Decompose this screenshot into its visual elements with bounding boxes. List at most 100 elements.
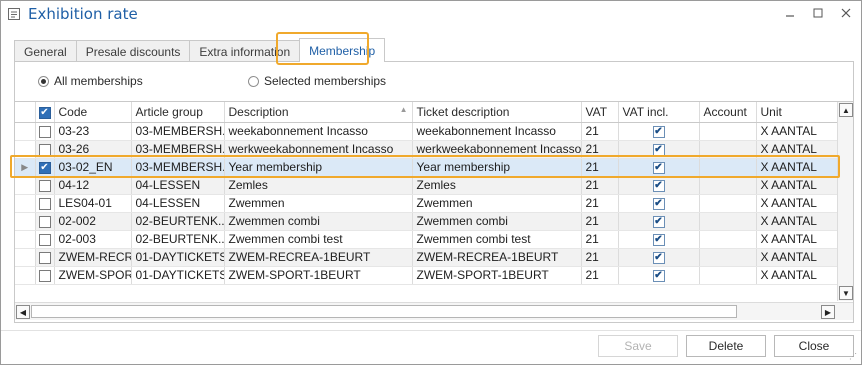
row-checkbox[interactable] [35,266,55,285]
cell-vat-incl[interactable]: ✔ [618,212,700,231]
table-row[interactable]: 02-002 02-BEURTENK... Zwemmen combi Zwemmen… [15,212,838,231]
grid-body: 03-23 03-MEMBERSH... weekabonnement Incass… [15,122,838,285]
cell-article-group: 02-BEURTENK... [131,212,225,231]
table-row[interactable]: LES04-01 04-LESSEN Zwemmen Zwemmen 21 ✔ X AANT… [15,194,838,213]
cell-account [699,157,757,177]
row-checkbox[interactable] [35,248,55,267]
cell-unit: X AANTAL [756,212,838,231]
scroll-right-icon[interactable]: ▶ [821,305,835,319]
tab-membership-label: Membership [309,43,376,58]
close-window-button[interactable] [837,4,855,22]
row-checkbox[interactable] [35,122,55,141]
checkmark-icon: ✔ [652,143,665,156]
maximize-button[interactable] [809,4,827,22]
column-header-article-group[interactable]: Article group [131,102,225,123]
row-checkbox[interactable]: ✔ [35,157,55,177]
cell-vat-incl[interactable]: ✔ [618,122,700,141]
checkmark-icon: ✔ [38,106,51,119]
tab-extra-information-label: Extra information [199,44,291,59]
cell-article-group: 04-LESSEN [131,194,225,213]
table-row[interactable]: 04-12 04-LESSEN Zemles Zemles 21 ✔ X AANTAL [15,176,838,195]
row-checkbox[interactable] [35,140,55,159]
all-memberships-label: All memberships [54,74,143,88]
all-memberships-radio[interactable]: All memberships [38,74,143,88]
cell-vat-incl[interactable]: ✔ [618,157,700,177]
scroll-up-icon[interactable]: ▲ [839,103,853,117]
cell-vat-incl[interactable]: ✔ [618,176,700,195]
resize-grip-icon[interactable]: ⋰ [849,352,859,362]
row-indicator [15,212,36,231]
cell-unit: X AANTAL [756,122,838,141]
column-header-account[interactable]: Account [699,102,757,123]
table-row[interactable]: ZWEM-SPOR...01-DAYTICKETSZWEM-SPORT-1BEU… [15,266,838,285]
cell-vat-incl[interactable]: ✔ [618,230,700,249]
column-header-ticket-description[interactable]: Ticket description [412,102,582,123]
cell-code: 02-003 [54,230,132,249]
cell-code: ZWEM-SPOR... [54,266,132,285]
column-header-vat[interactable]: VAT [581,102,619,123]
cell-description: ZWEM-RECREA-1BEURT [224,248,413,267]
column-header-vat-incl[interactable]: VAT incl. [618,102,700,123]
row-indicator: ▶ [15,157,36,177]
column-header-unit[interactable]: Unit [756,102,838,123]
cell-account [699,140,757,159]
cell-vat-incl[interactable]: ✔ [618,194,700,213]
cell-article-group: 03-MEMBERSH... [131,157,225,177]
row-checkbox[interactable] [35,230,55,249]
cell-ticket-description: werkweekabonnement Incasso [412,140,582,159]
cell-vat-incl[interactable]: ✔ [618,248,700,267]
close-button[interactable]: Close [774,335,854,357]
horizontal-scrollbar[interactable]: ◀ ▶ [15,302,853,320]
cell-vat-incl[interactable]: ✔ [618,266,700,285]
save-button[interactable]: Save [598,335,678,357]
cell-account [699,266,757,285]
cell-unit: X AANTAL [756,230,838,249]
table-row[interactable]: 02-003 02-BEURTENK... Zwemmen combi test Zw… [15,230,838,249]
tab-membership[interactable]: Membership [299,38,386,62]
tab-general[interactable]: General [14,40,77,62]
cell-description: Zwemmen combi test [224,230,413,249]
cell-unit: X AANTAL [756,157,838,177]
membership-panel: All memberships Selected memberships ✔ C… [14,61,854,323]
row-checkbox[interactable] [35,176,55,195]
vertical-scrollbar[interactable]: ▲ ▼ [837,102,853,301]
membership-filter: All memberships Selected memberships [38,68,838,94]
exhibition-rate-window: Exhibition rate General Presale discount… [0,0,862,365]
delete-button[interactable]: Delete [686,335,766,357]
table-row[interactable]: ▶ ✔ 03-02_EN 03-MEMBERSH... Year membership Y… [15,157,838,177]
table-row[interactable]: 03-23 03-MEMBERSH... weekabonnement Incass… [15,122,838,141]
row-checkbox[interactable] [35,212,55,231]
row-indicator [15,176,36,195]
cell-article-group: 01-DAYTICKETS [131,266,225,285]
minimize-button[interactable] [781,4,799,22]
cell-description: weekabonnement Incasso [224,122,413,141]
checkmark-icon: ✔ [652,269,665,282]
column-header-code[interactable]: Code [54,102,132,123]
cell-vat: 21 [581,266,619,285]
tab-extra-information[interactable]: Extra information [189,40,301,62]
cell-article-group: 02-BEURTENK... [131,230,225,249]
select-all-checkbox[interactable]: ✔ [35,102,55,123]
cell-vat-incl[interactable]: ✔ [618,140,700,159]
scroll-down-icon[interactable]: ▼ [839,286,853,300]
selected-memberships-radio[interactable]: Selected memberships [248,74,386,88]
horizontal-scroll-thumb[interactable] [31,305,737,318]
cell-code: 03-23 [54,122,132,141]
cell-account [699,248,757,267]
empty-checkbox-icon [38,251,51,264]
table-row[interactable]: 03-26 03-MEMBERSH... werkweekabonnement In… [15,140,838,159]
cell-code: ZWEM-RECREA... [54,248,132,267]
scroll-left-icon[interactable]: ◀ [16,305,30,319]
cell-vat: 21 [581,157,619,177]
checkmark-icon: ✔ [652,233,665,246]
row-indicator-header [15,102,36,123]
empty-checkbox-icon [38,269,51,282]
row-checkbox[interactable] [35,194,55,213]
tab-presale-discounts[interactable]: Presale discounts [75,40,191,62]
checkmark-icon: ✔ [652,161,665,174]
footer-divider [1,330,861,331]
table-row[interactable]: ZWEM-RECREA...01-DAYTICKETSZWEM-RECREA-1… [15,248,838,267]
cell-vat: 21 [581,248,619,267]
cell-unit: X AANTAL [756,266,838,285]
column-header-description[interactable]: Description ▲ [224,102,413,123]
